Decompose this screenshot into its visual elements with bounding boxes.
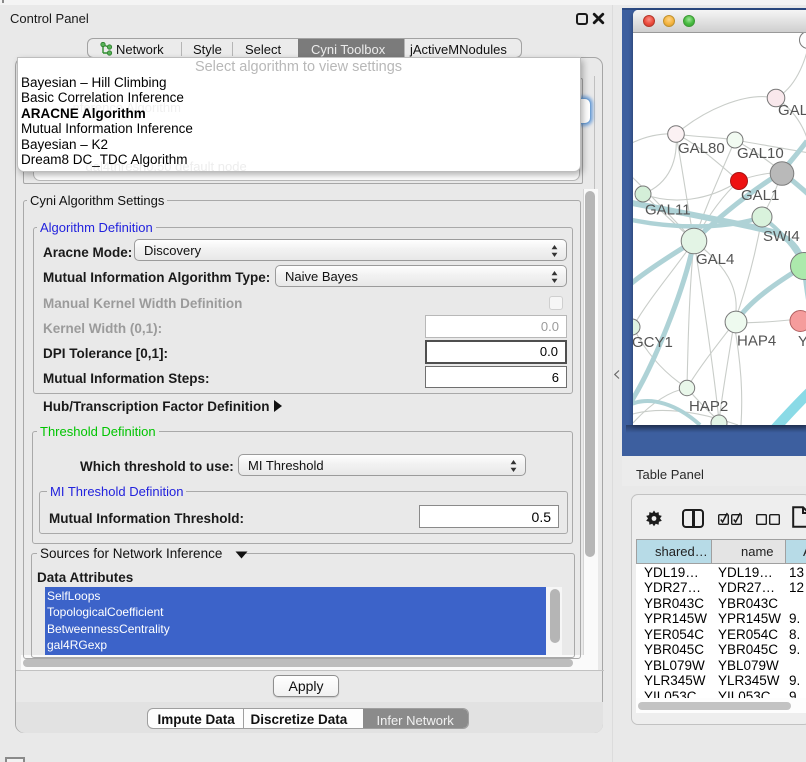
svg-text:HAP2: HAP2 xyxy=(689,398,728,415)
svg-text:GAL7: GAL7 xyxy=(778,102,806,119)
svg-text:GAL1: GAL1 xyxy=(741,187,779,204)
svg-text:GAL11: GAL11 xyxy=(645,202,691,219)
svg-text:YJ: YJ xyxy=(798,333,806,350)
svg-text:SWI4: SWI4 xyxy=(763,228,800,245)
svg-text:GCY1: GCY1 xyxy=(633,334,673,351)
svg-text:GAL4: GAL4 xyxy=(696,251,734,268)
svg-text:GAL10: GAL10 xyxy=(737,145,784,162)
svg-text:GAL80: GAL80 xyxy=(678,140,725,157)
svg-text:HAP4: HAP4 xyxy=(737,333,776,350)
